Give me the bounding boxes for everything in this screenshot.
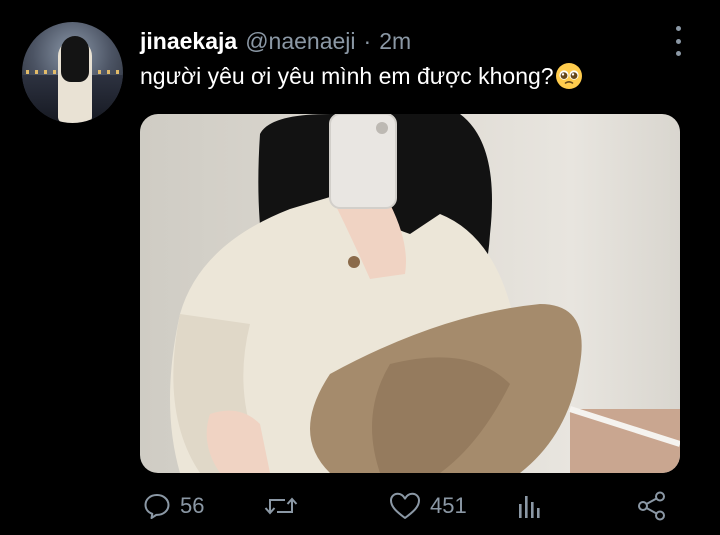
- reply-icon: [144, 494, 170, 519]
- photo-illustration: [170, 114, 680, 473]
- photo-phone-camera: [376, 122, 388, 134]
- pleading-face-icon: [555, 63, 582, 89]
- handle[interactable]: @naenaeji: [245, 28, 355, 55]
- share-button[interactable]: [636, 488, 668, 524]
- separator: ·: [363, 28, 372, 54]
- reply-button[interactable]: 56: [142, 488, 204, 524]
- heart-icon: [390, 492, 420, 519]
- tweet-actions: 56 451: [140, 488, 680, 524]
- menu-dot: [675, 26, 681, 31]
- timestamp[interactable]: 2m: [379, 28, 411, 55]
- avatar-hair: [61, 36, 89, 82]
- tweet-photo[interactable]: [140, 114, 680, 473]
- analytics-button[interactable]: [514, 488, 544, 524]
- retweet-button[interactable]: [263, 488, 299, 524]
- tweet-body: người yêu ơi yêu mình em được khong?: [140, 62, 554, 89]
- tweet-header: jinaekaja @naenaeji · 2m: [140, 28, 411, 58]
- retweet-icon: [264, 497, 298, 515]
- reply-count: 56: [180, 493, 205, 518]
- like-button[interactable]: 451: [388, 488, 467, 524]
- photo-button: [348, 256, 360, 268]
- avatar[interactable]: [22, 22, 123, 123]
- menu-dot: [675, 38, 681, 44]
- share-icon: [638, 491, 665, 521]
- menu-dot: [675, 51, 681, 56]
- username[interactable]: jinaekaja: [140, 28, 237, 55]
- analytics-icon: [519, 496, 540, 518]
- more-options-icon[interactable]: [668, 26, 688, 56]
- tweet-text: người yêu ơi yêu mình em được khong?: [140, 62, 583, 90]
- like-count: 451: [430, 493, 467, 518]
